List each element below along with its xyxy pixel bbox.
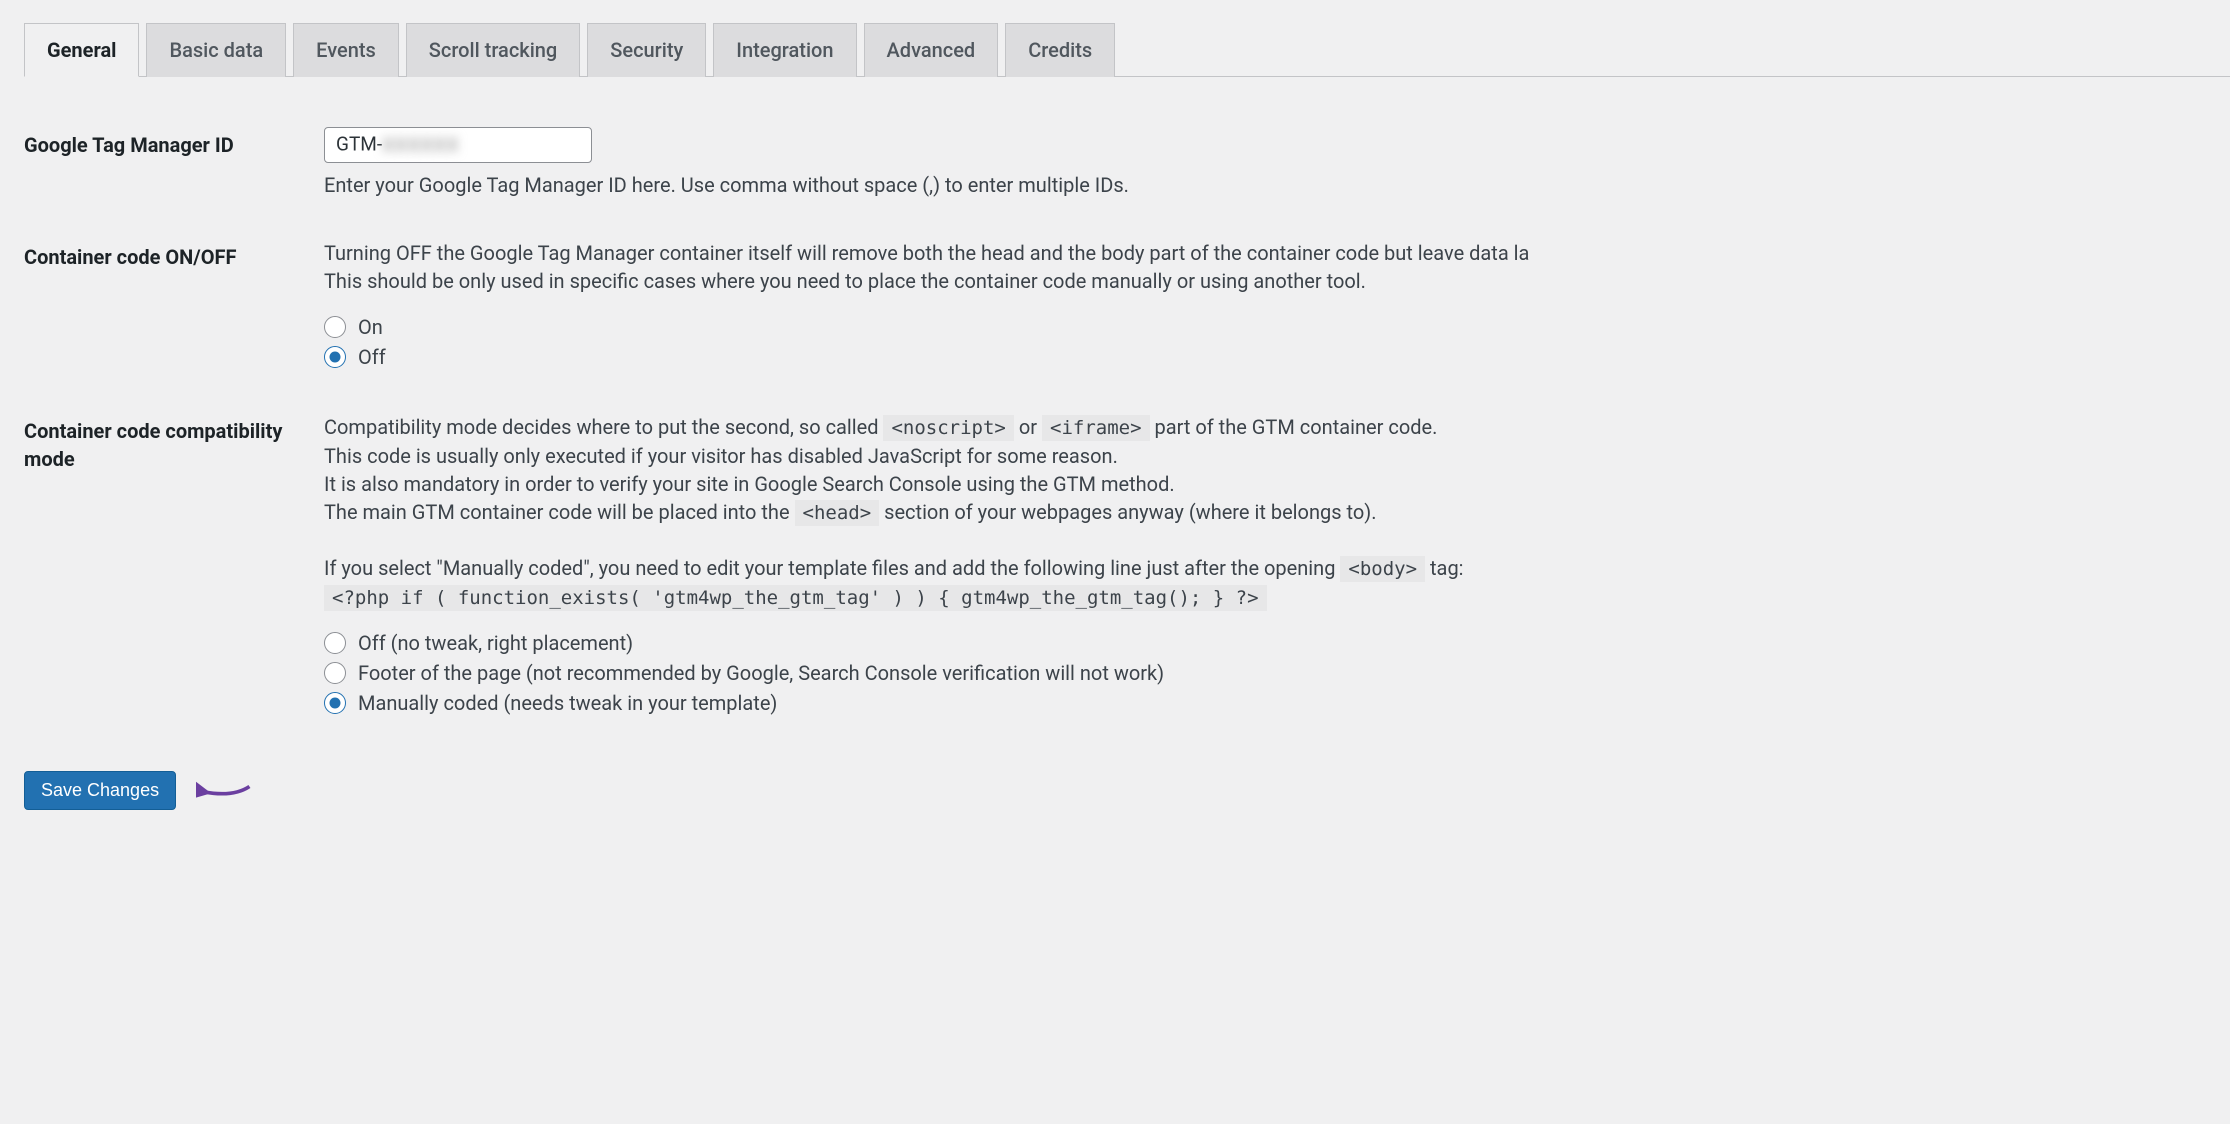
radio-compat-off[interactable]: Off (no tweak, right placement) xyxy=(324,629,2230,657)
radio-compat-footer-label: Footer of the page (not recommended by G… xyxy=(358,659,1164,687)
save-changes-button[interactable]: Save Changes xyxy=(24,771,176,810)
label-gtm-id: Google Tag Manager ID xyxy=(24,117,324,229)
label-container-onoff: Container code ON/OFF xyxy=(24,229,324,403)
container-onoff-desc-2: This should be only used in specific cas… xyxy=(324,269,1366,293)
code-head: <head> xyxy=(795,500,880,526)
radio-container-on[interactable]: On xyxy=(324,313,2230,341)
pointer-arrow-icon xyxy=(196,781,252,801)
tab-credits[interactable]: Credits xyxy=(1005,23,1115,77)
tab-integration[interactable]: Integration xyxy=(713,23,856,77)
gtm-id-help: Enter your Google Tag Manager ID here. U… xyxy=(324,171,2230,199)
container-onoff-desc-1: Turning OFF the Google Tag Manager conta… xyxy=(324,241,1529,265)
compat-desc-1b: or xyxy=(1019,415,1042,439)
tab-advanced[interactable]: Advanced xyxy=(864,23,999,77)
tab-events[interactable]: Events xyxy=(293,23,399,77)
radio-container-off-label: Off xyxy=(358,343,386,371)
compat-desc-4b: section of your webpages anyway (where i… xyxy=(884,500,1376,524)
radio-container-off[interactable]: Off xyxy=(324,343,2230,371)
radio-compat-manual[interactable]: Manually coded (needs tweak in your temp… xyxy=(324,689,2230,717)
radio-container-on-label: On xyxy=(358,313,383,341)
gtm-id-input[interactable] xyxy=(324,127,592,163)
code-iframe: <iframe> xyxy=(1042,415,1150,441)
label-compat-mode: Container code compatibility mode xyxy=(24,403,324,749)
submit-row: Save Changes xyxy=(24,771,2230,810)
radio-compat-footer-input[interactable] xyxy=(324,662,346,684)
compat-desc-4a: The main GTM container code will be plac… xyxy=(324,500,795,524)
tab-scroll-tracking[interactable]: Scroll tracking xyxy=(406,23,580,77)
code-php-snippet: <?php if ( function_exists( 'gtm4wp_the_… xyxy=(324,585,1267,611)
compat-desc-1a: Compatibility mode decides where to put … xyxy=(324,415,883,439)
compat-desc-5a: If you select "Manually coded", you need… xyxy=(324,556,1340,580)
radio-container-off-input[interactable] xyxy=(324,346,346,368)
settings-tabs: General Basic data Events Scroll trackin… xyxy=(24,22,2230,77)
code-noscript: <noscript> xyxy=(883,415,1013,441)
compat-desc-1c: part of the GTM container code. xyxy=(1154,415,1437,439)
radio-compat-footer[interactable]: Footer of the page (not recommended by G… xyxy=(324,659,2230,687)
compat-desc-5b: tag: xyxy=(1430,556,1464,580)
radio-compat-manual-label: Manually coded (needs tweak in your temp… xyxy=(358,689,777,717)
radio-compat-off-input[interactable] xyxy=(324,632,346,654)
radio-compat-manual-input[interactable] xyxy=(324,692,346,714)
code-body: <body> xyxy=(1340,556,1425,582)
tab-general[interactable]: General xyxy=(24,23,139,77)
compat-desc-2: This code is usually only executed if yo… xyxy=(324,444,1118,468)
tab-security[interactable]: Security xyxy=(587,23,706,77)
radio-container-on-input[interactable] xyxy=(324,316,346,338)
settings-form: Google Tag Manager ID GTM-XXXXXX Enter y… xyxy=(24,117,2230,749)
radio-compat-off-label: Off (no tweak, right placement) xyxy=(358,629,633,657)
compat-desc-3: It is also mandatory in order to verify … xyxy=(324,472,1175,496)
tab-basic-data[interactable]: Basic data xyxy=(146,23,286,77)
